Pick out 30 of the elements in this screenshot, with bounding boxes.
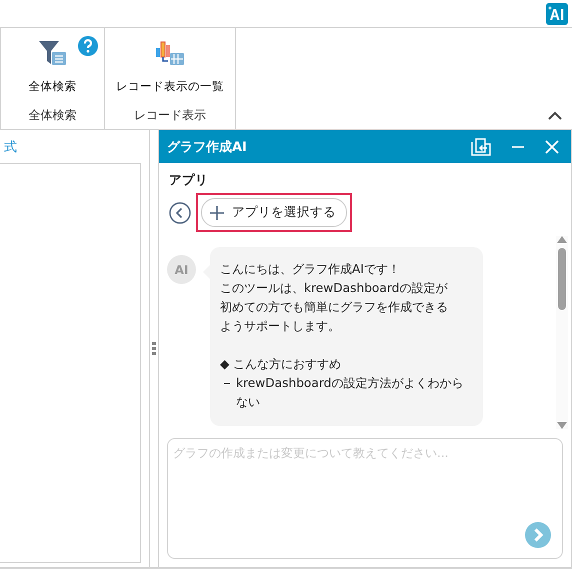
scroll-up-icon[interactable] xyxy=(557,236,567,243)
scrollbar-thumb[interactable] xyxy=(558,248,566,310)
ribbon-button[interactable]: 全体検索 xyxy=(26,28,78,107)
filter-icon xyxy=(38,40,68,66)
message-text: ◆ こんな方におすすめ xyxy=(220,356,342,373)
send-icon[interactable] xyxy=(525,522,551,548)
ai-logo-icon[interactable] xyxy=(546,2,568,24)
splitter-handle[interactable] xyxy=(150,130,159,567)
back-icon[interactable] xyxy=(169,202,191,224)
message-text: このツールは、krewDashboardの設定が xyxy=(220,280,448,297)
message-text: krewDashboardの設定方法がよくわからない xyxy=(236,375,464,411)
ribbon-button[interactable]: レコード表示の一覧 xyxy=(114,28,226,107)
message-text: ようサポートします。 xyxy=(220,318,341,335)
help-icon[interactable] xyxy=(78,36,98,56)
select-app-button[interactable]: アプリを選択する xyxy=(201,198,347,227)
close-icon[interactable] xyxy=(545,140,559,154)
panel-title: グラフ作成AI xyxy=(167,138,248,156)
chart-table-icon xyxy=(155,40,185,66)
message-text: 初めての方でも簡単にグラフを作成できる xyxy=(220,299,449,316)
collapse-icon[interactable] xyxy=(548,111,562,120)
dash-icon xyxy=(224,383,230,384)
panel-tab[interactable]: 式 xyxy=(0,130,149,158)
message-text: こんにちは、グラフ作成AIです！ xyxy=(220,261,401,278)
scroll-down-icon[interactable] xyxy=(557,422,567,429)
group-label: レコード表示 xyxy=(133,107,207,124)
group-label: 全体検索 xyxy=(28,107,78,124)
ai-avatar: AI xyxy=(167,255,196,284)
section-label: アプリ xyxy=(168,171,209,189)
dock-icon[interactable] xyxy=(471,138,491,156)
plus-icon xyxy=(210,206,224,220)
